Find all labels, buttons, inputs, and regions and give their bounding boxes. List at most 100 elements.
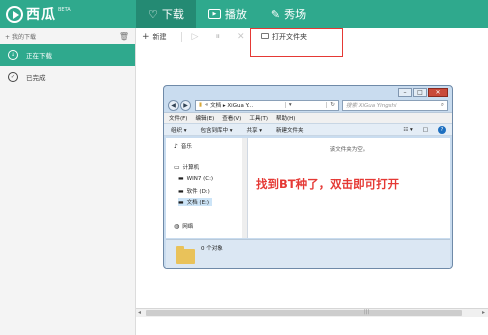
refresh-icon[interactable]: ↻ [326,102,338,108]
top-bar: 西瓜 BETA ♡ 下载 ▶ 播放 ✎ 秀场 [0,0,488,28]
tab-show-label: 秀场 [284,8,307,21]
drive-icon: ▬ [178,175,184,182]
menu-help[interactable]: 帮助(H) [276,114,295,122]
tab-play[interactable]: ▶ 播放 [196,0,259,28]
sidebar: + 我的下载 🗑 ↓ 正在下载 ✓ 已完成 [0,28,136,335]
nav-item-drive-d[interactable]: ▬ 软件 (D:) [178,187,210,196]
music-icon: ♪ [174,142,178,150]
navigation-pane: ♪ 音乐 ▭ 计算机 ▬ WIN7 (C:) ▬ 软件 (D:) ▬ 文档 (E… [166,138,248,238]
organize-button[interactable]: 组织 ▾ [171,126,187,134]
scroll-right-icon[interactable]: ▸ [482,309,485,316]
window-controls: – □ ✕ [397,88,448,97]
annotation-text: 找到BT种了，双击即可打开 [256,177,400,191]
explorer-body: ♪ 音乐 ▭ 计算机 ▬ WIN7 (C:) ▬ 软件 (D:) ▬ 文档 (E… [166,138,450,238]
start-button[interactable]: ▷ [192,32,202,42]
horizontal-scrollbar[interactable]: ◂ ||| ▸ [136,308,488,317]
nav-pane-scrollbar[interactable] [242,138,247,238]
minimize-icon[interactable]: – [398,88,412,97]
nav-item-network[interactable]: ◍ 网络 [174,222,193,231]
menu-file[interactable]: 文件(F) [169,114,187,122]
sidebar-item-downloading[interactable]: ↓ 正在下载 [0,44,135,66]
scrollbar-thumb[interactable] [146,310,462,316]
address-path: 文档 ▸ XiGua Y... [210,103,254,109]
logo-play-icon [6,5,23,23]
heart-icon: ♡ [148,7,158,21]
tv-icon: ▶ [207,9,221,19]
nav-item-label: 软件 (D:) [186,189,210,195]
computer-icon: ▭ [174,163,180,171]
delete-button[interactable]: ✕ [237,32,248,42]
tab-download[interactable]: ♡ 下载 [136,0,196,28]
nav-item-label: 计算机 [182,165,200,171]
sidebar-header: + 我的下载 🗑 [0,28,135,44]
preview-pane-icon[interactable]: □ [423,127,428,133]
nav-item-music[interactable]: ♪ 音乐 [174,142,192,151]
pause-button[interactable]: ⏸ [215,32,223,42]
chevron-down-icon[interactable]: ▾ [284,102,295,108]
search-placeholder: 搜索 XiGua Yingshi [346,103,397,109]
include-in-library-button[interactable]: 包含到库中 ▾ [201,126,233,134]
menu-view[interactable]: 查看(V) [222,114,241,122]
download-icon: ↓ [8,50,18,60]
menu-tools[interactable]: 工具(T) [249,114,268,122]
empty-folder-message: 该文件夹为空。 [329,147,369,153]
brush-icon: ✎ [270,7,281,21]
tab-download-label: 下载 [161,8,184,21]
explorer-window: – □ ✕ ◀ ▶ ▮ « 文档 ▸ XiGua Y... ▾ ↻ 搜索 XiG… [163,85,453,269]
drive-icon: ▬ [178,198,184,206]
sidebar-item-label: 已完成 [26,74,46,82]
view-options-icon[interactable]: ☷ ▾ [403,127,412,133]
close-icon: ✕ [236,31,245,42]
folder-icon: ▮ [199,102,203,108]
toolbar-divider [180,31,182,42]
check-icon: ✓ [8,72,18,82]
nav-item-computer[interactable]: ▭ 计算机 [174,163,200,172]
nav-item-drive-c[interactable]: ▬ WIN7 (C:) [178,175,213,182]
menu-edit[interactable]: 编辑(E) [195,114,214,122]
close-icon[interactable]: ✕ [428,88,448,97]
scroll-left-icon[interactable]: ◂ [138,309,141,316]
main-nav: ♡ 下载 ▶ 播放 ✎ 秀场 [136,0,488,28]
search-input[interactable]: 搜索 XiGua Yingshi ⌕ [342,99,448,111]
plus-icon: + [5,33,11,41]
sidebar-item-completed[interactable]: ✓ 已完成 [0,66,135,88]
command-bar: 组织 ▾ 包含到库中 ▾ 共享 ▾ 新建文件夹 ☷ ▾ □ ? [164,123,452,136]
address-row: ◀ ▶ ▮ « 文档 ▸ XiGua Y... ▾ ↻ 搜索 XiGua Yin… [164,98,452,112]
menu-bar: 文件(F) 编辑(E) 查看(V) 工具(T) 帮助(H) [164,112,452,123]
maximize-icon[interactable]: □ [413,88,427,97]
new-button-label: 新建 [152,32,167,41]
main-panel: + 新建 ▷ ⏸ ✕ 打开文件夹 – □ ✕ ◀ ▶ ▮ « 文档 ▸ XiGu… [136,28,488,335]
address-bar[interactable]: ▮ « 文档 ▸ XiGua Y... ▾ ↻ [195,99,339,111]
network-icon: ◍ [174,222,180,230]
new-folder-button[interactable]: 新建文件夹 [276,126,304,134]
object-count: 0 个对象 [201,246,223,252]
scrollbar-grip-icon: ||| [364,309,370,315]
plus-icon: + [142,31,150,42]
file-list-area[interactable]: 该文件夹为空。 找到BT种了，双击即可打开 [248,138,450,238]
pause-icon: ⏸ [215,31,220,42]
share-button[interactable]: 共享 ▾ [247,126,263,134]
search-icon: ⌕ [440,101,444,108]
forward-icon[interactable]: ▶ [180,99,191,111]
back-icon[interactable]: ◀ [168,99,179,111]
open-folder-label: 打开文件夹 [272,33,307,41]
logo-badge: BETA [58,7,71,13]
tab-show[interactable]: ✎ 秀场 [259,0,318,28]
sidebar-item-label: 正在下载 [26,52,52,60]
trash-icon[interactable]: 🗑 [119,32,129,41]
drive-icon: ▬ [178,187,184,195]
new-button[interactable]: + 新建 [142,32,167,42]
play-icon: ▷ [191,31,199,42]
nav-item-label: WIN7 (C:) [186,175,214,182]
tab-play-label: 播放 [224,8,247,21]
help-icon[interactable]: ? [438,125,446,134]
sidebar-header-text: + 我的下载 [5,32,36,41]
folder-icon [261,33,269,39]
folder-icon [176,245,195,264]
app-logo: 西瓜 BETA [6,4,71,24]
open-folder-button[interactable]: 打开文件夹 [250,28,343,57]
nav-item-label: 音乐 [180,144,192,150]
logo-text: 西瓜 [26,7,56,23]
address-prefix: « [205,102,209,108]
nav-item-drive-e[interactable]: ▬ 文档 (E:) [178,198,213,206]
